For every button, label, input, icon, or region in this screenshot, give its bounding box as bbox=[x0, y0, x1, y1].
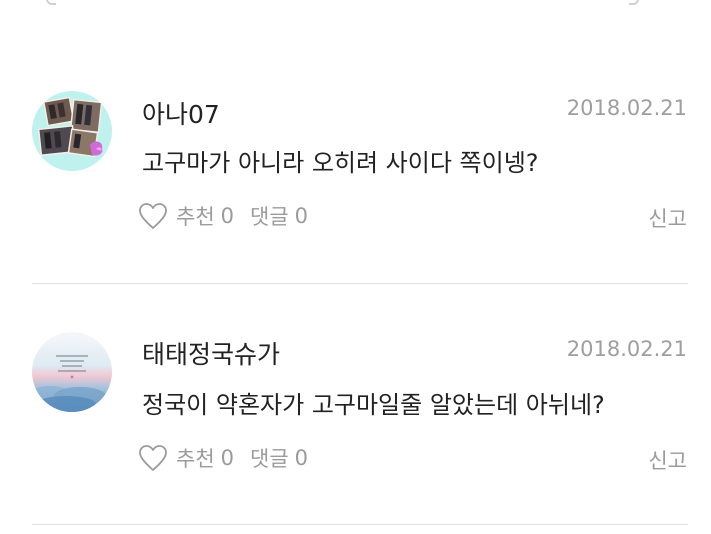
comment-author[interactable]: 아나07 bbox=[142, 95, 220, 131]
reply-count: 0 bbox=[294, 204, 309, 228]
photo-collage-avatar-icon[interactable] bbox=[32, 91, 112, 171]
like-count: 0 bbox=[220, 446, 235, 470]
like-label: 추천 bbox=[176, 205, 215, 229]
comment-date: 2018.02.21 bbox=[566, 337, 687, 361]
reply-button[interactable]: 댓글 0 bbox=[250, 443, 308, 473]
report-button[interactable]: 신고 bbox=[648, 203, 687, 233]
comment-date: 2018.02.21 bbox=[566, 96, 687, 120]
comment-actions: 추천 0 댓글 0 bbox=[138, 201, 308, 231]
sky-clouds-avatar-icon[interactable] bbox=[32, 332, 112, 412]
like-button[interactable]: 추천 0 bbox=[138, 201, 234, 231]
comment-text: 정국이 약혼자가 고구마일줄 알았는데 아뉘네? bbox=[142, 391, 605, 419]
report-button[interactable]: 신고 bbox=[648, 445, 687, 475]
comment-author[interactable]: 태태정국슈가 bbox=[142, 335, 280, 371]
reply-count: 0 bbox=[294, 446, 309, 470]
reply-label: 댓글 bbox=[250, 447, 289, 471]
comment-actions: 추천 0 댓글 0 bbox=[138, 443, 308, 473]
like-count: 0 bbox=[220, 204, 235, 228]
heart-icon bbox=[138, 202, 168, 230]
like-label: 추천 bbox=[176, 447, 215, 471]
like-button[interactable]: 추천 0 bbox=[138, 443, 234, 473]
reply-label: 댓글 bbox=[250, 205, 289, 229]
reply-button[interactable]: 댓글 0 bbox=[250, 201, 308, 231]
comment-item: 태태정국슈가 2018.02.21 정국이 약혼자가 고구마일줄 알았는데 아뉘… bbox=[0, 284, 711, 525]
comment-text: 고구마가 아니라 오히려 사이다 쪽이넹? bbox=[142, 149, 539, 177]
heart-icon bbox=[138, 444, 168, 472]
divider bbox=[32, 524, 688, 525]
comment-item: 아나07 2018.02.21 고구마가 아니라 오히려 사이다 쪽이넹? 추천… bbox=[0, 0, 711, 284]
